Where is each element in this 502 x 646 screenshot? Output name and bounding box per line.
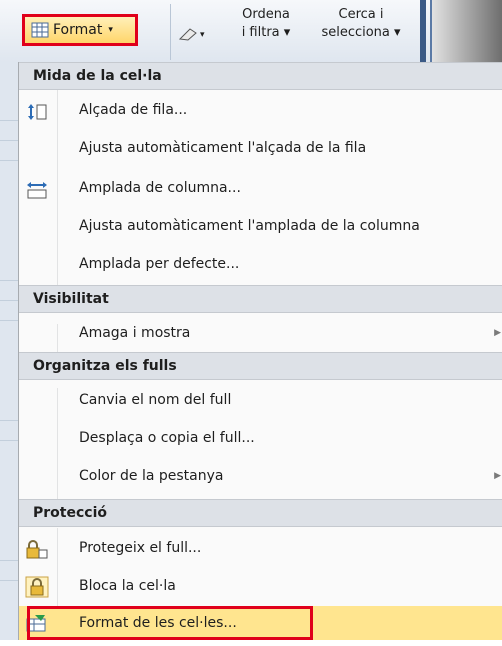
menu-item-lock-cell[interactable]: Bloca la cel·la [19,568,502,604]
ribbon: Format ▾ ▾ Ordena i filtra ▾ Cerca i sel… [0,0,502,62]
find-select-label-2: selecciona ▾ [321,25,401,40]
chevron-down-icon: ▾ [108,25,113,35]
sort-filter-label-2: i filtra ▾ [241,25,291,40]
menu-item-label: Ajusta automàticament l'amplada de la co… [79,218,420,234]
submenu-arrow-icon: ▶ [494,471,501,481]
menu-item-column-width[interactable]: Amplada de columna... [19,170,502,206]
menu-item-label: Alçada de fila... [79,102,188,118]
menu-item-label: Bloca la cel·la [79,578,176,594]
clear-button[interactable]: ▾ [178,24,218,46]
menu-item-format-cells[interactable]: Format de les cel·les... [19,606,502,640]
menu-item-label: Ajusta automàticament l'alçada de la fil… [79,140,367,156]
section-header-organize-sheets: Organitza els fulls [19,352,502,380]
find-select-button[interactable]: Cerca i selecciona ▾ [306,6,416,56]
chevron-down-icon: ▾ [200,30,205,40]
submenu-arrow-icon: ▶ [494,328,501,338]
column-width-icon [25,178,49,199]
find-select-label-1: Cerca i [338,7,384,22]
row-height-icon [25,100,49,120]
menu-item-protect-sheet[interactable]: Protegeix el full... [19,530,502,566]
section-header-protection: Protecció [19,499,502,527]
menu-item-label: Desplaça o copia el full... [79,430,255,446]
menu-item-autofit-row[interactable]: Ajusta automàticament l'alçada de la fil… [19,130,502,166]
highlight-outline [27,606,313,640]
section-header-cell-size: Mida de la cel·la [19,62,502,90]
sort-filter-label-1: Ordena [242,7,290,22]
menu-item-label: Amplada de columna... [79,180,241,196]
menu-item-hide-unhide[interactable]: Amaga i mostra ▶ [19,315,502,351]
menu-item-autofit-column[interactable]: Ajusta automàticament l'amplada de la co… [19,208,502,244]
menu-item-row-height[interactable]: Alçada de fila... [19,92,502,128]
menu-item-label: Amplada per defecte... [79,256,240,272]
menu-item-label: Canvia el nom del full [79,392,232,408]
protect-sheet-icon [25,538,49,559]
sort-filter-button[interactable]: Ordena i filtra ▾ [226,6,306,56]
menu-item-label: Protegeix el full... [79,540,202,556]
section-header-visibility: Visibilitat [19,285,502,313]
menu-item-label: Color de la pestanya [79,468,224,484]
menu-item-default-width[interactable]: Amplada per defecte... [19,246,502,282]
eraser-icon [178,27,200,44]
format-icon [31,22,49,38]
lock-icon [25,576,49,598]
menu-item-rename-sheet[interactable]: Canvia el nom del full [19,382,502,418]
format-button[interactable]: Format ▾ [22,14,138,46]
format-button-label: Format [53,22,103,38]
menu-item-move-copy-sheet[interactable]: Desplaça o copia el full... [19,420,502,456]
format-menu: Mida de la cel·la Alçada de fila... Ajus… [18,62,502,640]
menu-item-label: Amaga i mostra [79,325,191,341]
menu-item-tab-color[interactable]: Color de la pestanya ▶ [19,458,502,494]
